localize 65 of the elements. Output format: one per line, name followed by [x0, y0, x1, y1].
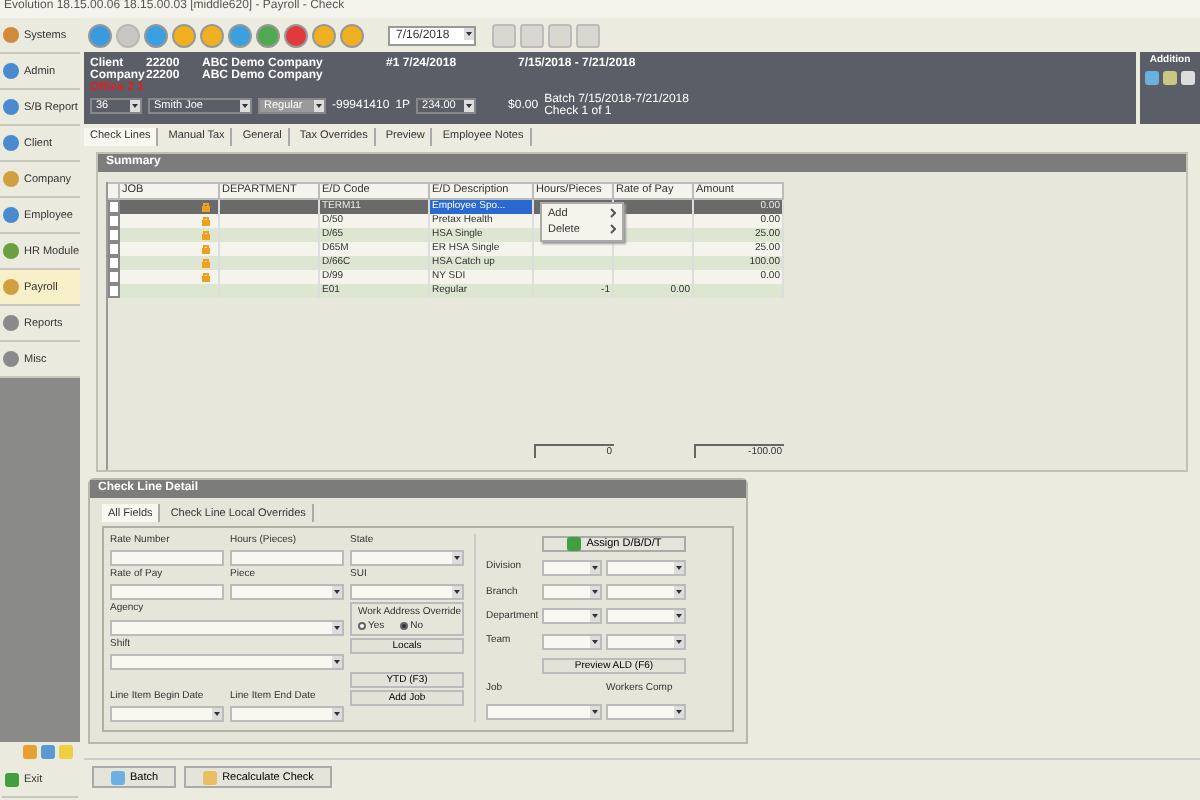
- dropdown-field[interactable]: [230, 584, 344, 600]
- dropdown-field[interactable]: [110, 706, 224, 722]
- input-field[interactable]: [110, 550, 224, 566]
- input-field[interactable]: [110, 584, 224, 600]
- caret-icon: [674, 706, 684, 719]
- dropdown-field[interactable]: [350, 584, 464, 600]
- row-checkbox[interactable]: [108, 284, 120, 298]
- caret-icon: [130, 99, 140, 111]
- caret-icon: [332, 621, 342, 633]
- caret-icon: [314, 99, 324, 111]
- row-checkbox[interactable]: [108, 200, 120, 214]
- caret-icon: [590, 635, 600, 648]
- caret-icon: [590, 706, 600, 719]
- lock-icon: [202, 258, 210, 268]
- lock-icon: [202, 244, 210, 254]
- dropdown-field[interactable]: [110, 654, 344, 670]
- dropdown-field[interactable]: [542, 608, 602, 625]
- dropdown-field[interactable]: [542, 584, 602, 601]
- caret-icon: [590, 610, 600, 623]
- toolbar-button[interactable]: [340, 23, 364, 47]
- column-header: [108, 182, 120, 200]
- caret-icon: [464, 99, 475, 111]
- lock-icon: [202, 230, 210, 240]
- caret-icon: [590, 586, 600, 599]
- caret-icon: [674, 561, 684, 574]
- row-checkbox[interactable]: [108, 256, 120, 270]
- caret-icon: [590, 561, 600, 574]
- dropdown-field[interactable]: [486, 704, 602, 721]
- toolbar-button[interactable]: [284, 23, 308, 47]
- row-checkbox[interactable]: [108, 242, 120, 256]
- caret-icon: [212, 708, 222, 720]
- caret-icon: [240, 99, 250, 111]
- caret-icon: [452, 552, 462, 564]
- dropdown-field[interactable]: [230, 706, 344, 722]
- dropdown-field[interactable]: [606, 704, 686, 721]
- dropdown-field[interactable]: [606, 559, 686, 576]
- lock-icon: [202, 216, 210, 226]
- toolbar-button[interactable]: [256, 23, 280, 47]
- toolbar-button[interactable]: [228, 23, 252, 47]
- caret-icon: [674, 610, 684, 623]
- lock-icon: [202, 272, 210, 282]
- toolbar-button[interactable]: [144, 23, 168, 47]
- row-checkbox[interactable]: [108, 214, 120, 228]
- row-checkbox[interactable]: [108, 270, 120, 284]
- dropdown-field[interactable]: [110, 619, 344, 635]
- toolbar-button[interactable]: [172, 23, 196, 47]
- dropdown-field[interactable]: [606, 633, 686, 650]
- caret-icon: [332, 586, 342, 598]
- dropdown-field[interactable]: [606, 584, 686, 601]
- caret-icon: [674, 635, 684, 648]
- caret-icon: [464, 27, 474, 39]
- toolbar-button[interactable]: [312, 23, 336, 47]
- caret-icon: [674, 586, 684, 599]
- dropdown-field[interactable]: [606, 608, 686, 625]
- dropdown-field[interactable]: [350, 550, 464, 566]
- caret-icon: [332, 708, 342, 720]
- toolbar-button[interactable]: [200, 23, 224, 47]
- lock-icon: [202, 202, 210, 212]
- dropdown-field[interactable]: [542, 559, 602, 576]
- dropdown-field[interactable]: [542, 633, 602, 650]
- toolbar-button[interactable]: [88, 23, 112, 47]
- caret-icon: [332, 656, 342, 668]
- input-field[interactable]: [230, 550, 344, 566]
- caret-icon: [452, 586, 462, 598]
- row-checkbox[interactable]: [108, 228, 120, 242]
